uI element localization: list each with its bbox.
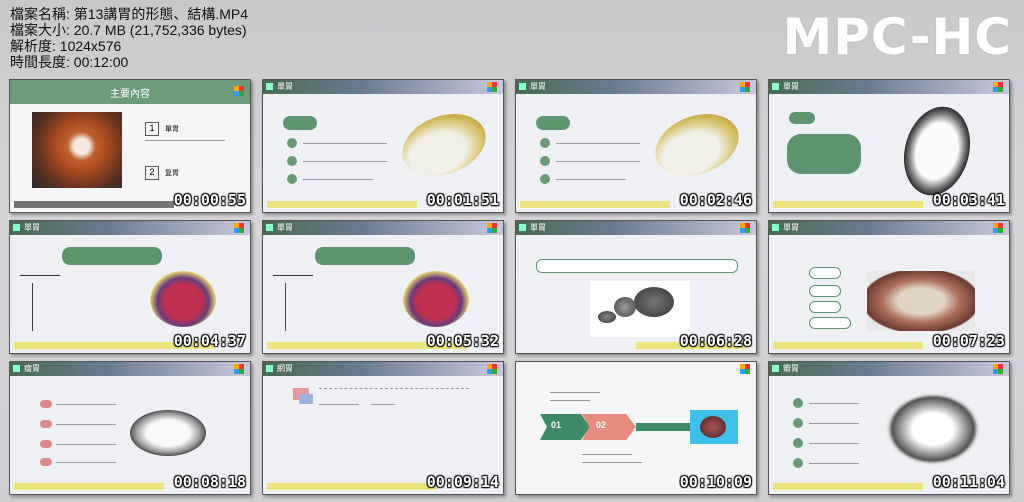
menu-item: 复胃: [165, 170, 179, 177]
logo-icon: [487, 223, 497, 233]
file-name-label: 檔案名稱:: [10, 6, 70, 22]
thumbnail[interactable]: 單胃 00:07:23: [768, 220, 1010, 354]
logo-icon: [993, 223, 1003, 233]
slide-title: 瘤胃: [24, 364, 40, 373]
slide-title: 主要內容: [110, 89, 150, 100]
logo-icon: [487, 82, 497, 92]
slide-title: 單胃: [530, 82, 546, 91]
timestamp: 00:04:37: [173, 332, 246, 350]
logo-icon: [487, 364, 497, 374]
thumbnail[interactable]: 單胃 00:01:51: [262, 79, 504, 213]
logo-icon: [234, 364, 244, 374]
timestamp: 00:10:09: [679, 473, 752, 491]
slide-title: 網胃: [277, 364, 293, 373]
thumbnail[interactable]: 網胃 00:09:14: [262, 361, 504, 495]
thumbnail[interactable]: 單胃 00:06:28: [515, 220, 757, 354]
slide-title: 單胃: [24, 223, 40, 232]
logo-icon: [993, 364, 1003, 374]
thumbnail[interactable]: 單胃 00:03:41: [768, 79, 1010, 213]
timestamp: 00:08:18: [173, 473, 246, 491]
resolution-row: 解析度: 1024x576: [10, 38, 248, 54]
slide-title: 單胃: [277, 223, 293, 232]
resolution-label: 解析度:: [10, 38, 56, 54]
slide-title: 瓣胃: [783, 364, 799, 373]
digestive-tract-photo: [590, 281, 690, 337]
stomach-illustration: [894, 99, 980, 203]
thumbnail-grid: 主要內容 1 單胃 2 复胃 00:00:55 單胃 00:01:51 單胃 0…: [9, 79, 1015, 495]
logo-icon: [234, 86, 244, 96]
timestamp: 00:06:28: [679, 332, 752, 350]
timestamp: 00:11:04: [932, 473, 1005, 491]
logo-icon: [993, 82, 1003, 92]
slide-title: 單胃: [530, 223, 546, 232]
file-name-value: 第13講胃的形態、結構.MP4: [73, 6, 249, 22]
timestamp: 00:00:55: [173, 191, 246, 209]
file-size-value: 20.7 MB (21,752,336 bytes): [73, 22, 247, 38]
stomach-region-illustration: [150, 271, 216, 327]
thumbnail[interactable]: 瘤胃 00:08:18: [9, 361, 251, 495]
step-arrow-2: [582, 414, 636, 440]
logo-icon: [234, 223, 244, 233]
ruminant-stomach-photo: [867, 271, 975, 331]
slide-title: 單胃: [277, 82, 293, 91]
duration-value: 00:12:00: [73, 54, 129, 70]
stomach-illustration: [646, 103, 748, 187]
duration-row: 時間長度: 00:12:00: [10, 54, 248, 70]
thumbnail[interactable]: 單胃 00:02:46: [515, 79, 757, 213]
brand-logo: MPC-HC: [782, 8, 1012, 66]
timestamp: 00:01:51: [426, 191, 499, 209]
slide-title: 單胃: [783, 223, 799, 232]
thumbnail[interactable]: 單胃 00:04:37: [9, 220, 251, 354]
timestamp: 00:05:32: [426, 332, 499, 350]
logo-icon: [740, 364, 750, 374]
step-arrow-1: [540, 414, 590, 440]
omasum-illustration: [885, 392, 981, 466]
logo-icon: [740, 82, 750, 92]
file-size-row: 檔案大小: 20.7 MB (21,752,336 bytes): [10, 22, 248, 38]
red-panda-photo: [32, 112, 122, 188]
menu-item: 單胃: [165, 126, 179, 133]
file-size-label: 檔案大小:: [10, 22, 70, 38]
resolution-value: 1024x576: [59, 38, 122, 54]
thumbnail[interactable]: 瓣胃 00:11:04: [768, 361, 1010, 495]
stomach-illustration: [393, 103, 495, 187]
file-info-panel: 檔案名稱: 第13講胃的形態、結構.MP4 檔案大小: 20.7 MB (21,…: [10, 6, 248, 70]
timestamp: 00:09:14: [426, 473, 499, 491]
rumen-illustration: [130, 410, 206, 456]
stomach-region-illustration: [403, 271, 469, 327]
timestamp: 00:03:41: [932, 191, 1005, 209]
thumbnail[interactable]: 01 02 00:10:09: [515, 361, 757, 495]
slide-title: 單胃: [783, 82, 799, 91]
thumbnail[interactable]: 單胃 00:05:32: [262, 220, 504, 354]
file-name-row: 檔案名稱: 第13講胃的形態、結構.MP4: [10, 6, 248, 22]
timestamp: 00:02:46: [679, 191, 752, 209]
thumbnail[interactable]: 主要內容 1 單胃 2 复胃 00:00:55: [9, 79, 251, 213]
logo-icon: [740, 223, 750, 233]
timestamp: 00:07:23: [932, 332, 1005, 350]
organ-photo: [690, 410, 738, 444]
duration-label: 時間長度:: [10, 54, 70, 70]
